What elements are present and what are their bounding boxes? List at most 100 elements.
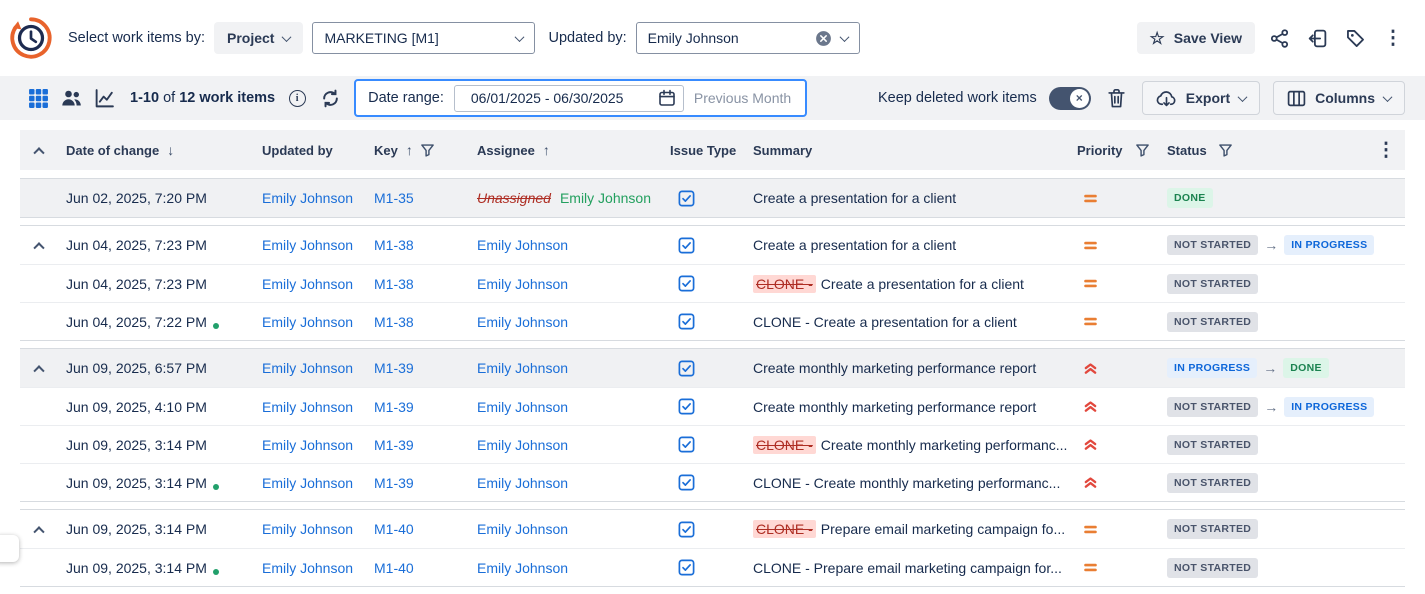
task-type-icon (678, 474, 695, 491)
updated-by-link[interactable]: Emily Johnson (262, 437, 353, 453)
refresh-icon[interactable] (318, 86, 342, 110)
collapse-all-chevron-icon[interactable] (33, 147, 44, 158)
calendar-icon[interactable] (658, 89, 676, 107)
filter-funnel-icon[interactable] (1219, 144, 1232, 157)
cloud-export-icon (1156, 90, 1177, 107)
col-priority[interactable]: Priority (1077, 143, 1123, 158)
priority-medium-icon (1083, 560, 1098, 575)
collapse-group-chevron-icon[interactable] (33, 242, 44, 253)
col-status[interactable]: Status (1167, 143, 1207, 158)
work-item-key-link[interactable]: M1-39 (374, 437, 414, 453)
created-dot-icon (213, 323, 219, 329)
col-key[interactable]: Key (374, 143, 398, 158)
count-range: 1-10 (130, 90, 159, 106)
updated-by-link[interactable]: Emily Johnson (262, 475, 353, 491)
updated-by-link[interactable]: Emily Johnson (262, 237, 353, 253)
open-panel-icon[interactable] (1303, 24, 1331, 52)
col-summary[interactable]: Summary (753, 143, 812, 158)
more-menu-icon[interactable]: ⋮ (1379, 24, 1407, 52)
filter-funnel-icon[interactable] (1136, 144, 1149, 157)
assignee-link[interactable]: Emily Johnson (477, 237, 568, 253)
floating-widget[interactable] (0, 535, 19, 562)
assignee-cell: Emily Johnson (477, 521, 670, 537)
task-type-icon (678, 521, 695, 538)
sort-desc-icon[interactable]: ↓ (167, 143, 174, 157)
updated-by-link[interactable]: Emily Johnson (262, 360, 353, 376)
group-view-icon[interactable] (59, 86, 83, 110)
work-item-key-link[interactable]: M1-39 (374, 475, 414, 491)
updated-by-cell: Emily Johnson (262, 521, 374, 537)
columns-button[interactable]: Columns (1273, 81, 1405, 115)
work-item-key-link[interactable]: M1-38 (374, 237, 414, 253)
col-date-of-change[interactable]: Date of change (66, 143, 159, 158)
work-item-key-link[interactable]: M1-39 (374, 399, 414, 415)
table-view-icon[interactable] (26, 86, 50, 110)
collapse-group-chevron-icon[interactable] (33, 365, 44, 376)
summary-text: CLONE - Prepare email marketing campaign… (753, 560, 1062, 576)
assignee-link[interactable]: Emily Johnson (477, 560, 568, 576)
select-mode-button[interactable]: Project (214, 22, 303, 54)
updated-by-cell: Emily Johnson (262, 276, 374, 292)
col-updated-by[interactable]: Updated by (262, 143, 333, 158)
assignee-link[interactable]: Emily Johnson (560, 190, 651, 206)
share-icon[interactable] (1265, 24, 1293, 52)
updated-by-cell: Emily Johnson (262, 237, 374, 253)
sort-asc-icon[interactable]: ↑ (543, 143, 550, 157)
updated-by-select[interactable]: Emily Johnson (636, 22, 860, 54)
previous-month-button[interactable]: Previous Month (694, 90, 793, 106)
status-cell: NOT STARTED (1167, 519, 1367, 539)
updated-by-link[interactable]: Emily Johnson (262, 314, 353, 330)
issue-type-cell (670, 521, 753, 538)
work-item-key-link[interactable]: M1-35 (374, 190, 414, 206)
assignee-link[interactable]: Emily Johnson (477, 437, 568, 453)
updated-by-link[interactable]: Emily Johnson (262, 399, 353, 415)
assignee-cell: Emily Johnson (477, 276, 670, 292)
table-row: Jun 09, 2025, 3:14 PMEmily JohnsonM1-39E… (20, 463, 1405, 501)
updated-by-link[interactable]: Emily Johnson (262, 190, 353, 206)
updated-by-link[interactable]: Emily Johnson (262, 560, 353, 576)
table-row: Jun 02, 2025, 7:20 PMEmily JohnsonM1-35U… (20, 179, 1405, 217)
priority-medium-icon (1083, 314, 1098, 329)
assignee-link[interactable]: Emily Johnson (477, 399, 568, 415)
col-assignee[interactable]: Assignee (477, 143, 535, 158)
key-cell: M1-38 (374, 276, 477, 292)
issue-type-cell (670, 436, 753, 453)
assignee-link[interactable]: Emily Johnson (477, 521, 568, 537)
updated-by-link[interactable]: Emily Johnson (262, 276, 353, 292)
app-logo-icon[interactable] (8, 15, 54, 61)
chart-view-icon[interactable] (92, 86, 116, 110)
project-select[interactable]: MARKETING [M1] (312, 22, 535, 54)
updated-by-cell: Emily Johnson (262, 437, 374, 453)
work-item-key-link[interactable]: M1-38 (374, 276, 414, 292)
table-body: Jun 02, 2025, 7:20 PMEmily JohnsonM1-35U… (20, 178, 1405, 587)
change-timestamp: Jun 09, 2025, 6:57 PM (66, 360, 207, 376)
assignee-link[interactable]: Emily Johnson (477, 475, 568, 491)
updated-by-link[interactable]: Emily Johnson (262, 521, 353, 537)
date-range-input[interactable]: 06/01/2025 - 06/30/2025 (454, 85, 684, 112)
key-cell: M1-35 (374, 190, 477, 206)
work-item-key-link[interactable]: M1-40 (374, 560, 414, 576)
work-item-key-link[interactable]: M1-40 (374, 521, 414, 537)
sort-asc-icon[interactable]: ↑ (406, 143, 413, 157)
work-item-key-link[interactable]: M1-39 (374, 360, 414, 376)
date-cell: Jun 09, 2025, 3:14 PM (66, 475, 262, 491)
table-row: Jun 09, 2025, 3:14 PMEmily JohnsonM1-40E… (20, 510, 1405, 548)
table-more-menu-icon[interactable]: ⋮ (1377, 141, 1396, 160)
task-type-icon (678, 360, 695, 377)
filter-funnel-icon[interactable] (421, 144, 434, 157)
change-timestamp: Jun 09, 2025, 3:14 PM (66, 437, 207, 453)
clear-filter-icon[interactable] (815, 30, 832, 47)
save-view-button[interactable]: ☆ Save View (1137, 22, 1256, 54)
keep-deleted-toggle[interactable]: × (1049, 87, 1091, 110)
trash-icon[interactable] (1105, 86, 1129, 110)
export-button[interactable]: Export (1142, 81, 1260, 115)
assignee-link[interactable]: Emily Johnson (477, 276, 568, 292)
assignee-link[interactable]: Emily Johnson (477, 314, 568, 330)
tag-icon[interactable] (1341, 24, 1369, 52)
status-badge: NOT STARTED (1167, 235, 1258, 255)
assignee-link[interactable]: Emily Johnson (477, 360, 568, 376)
info-icon[interactable]: i (285, 86, 309, 110)
work-item-key-link[interactable]: M1-38 (374, 314, 414, 330)
collapse-group-chevron-icon[interactable] (33, 526, 44, 537)
col-issue-type[interactable]: Issue Type (670, 143, 736, 158)
